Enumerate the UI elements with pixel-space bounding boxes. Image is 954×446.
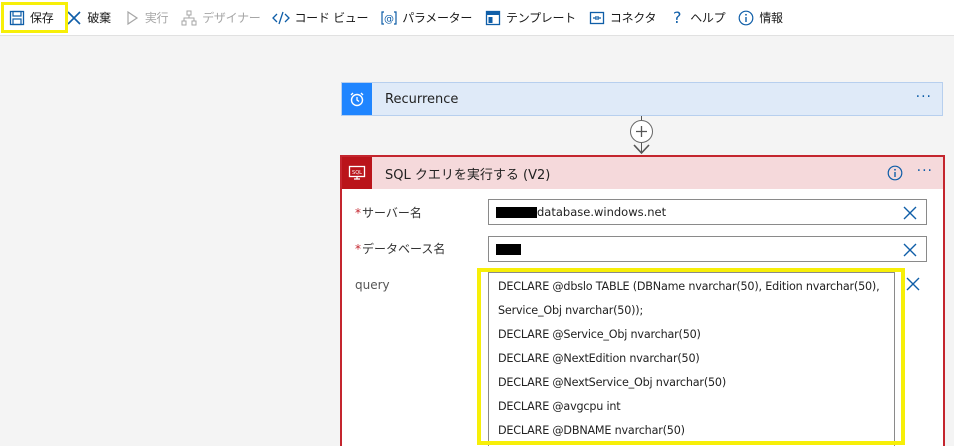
- database-name-label-text: データベース名: [362, 242, 446, 256]
- recurrence-title: Recurrence: [385, 91, 459, 107]
- toolbar: 保存 破棄 実行 デザイナー コード ビュー @ パラメーター テンプレート コ…: [0, 0, 954, 36]
- save-highlight-box: [1, 2, 68, 33]
- discard-icon: [65, 9, 83, 27]
- templates-label: テンプレート: [506, 11, 576, 25]
- designer-label: デザイナー: [202, 11, 261, 25]
- info-icon: [737, 9, 755, 27]
- sql-icon: SQL: [342, 157, 372, 189]
- redacted-block: [496, 243, 521, 255]
- clear-server-icon[interactable]: [903, 206, 917, 220]
- discard-button[interactable]: 破棄: [59, 3, 116, 33]
- run-label: 実行: [144, 11, 169, 25]
- parameters-icon: @: [380, 9, 398, 27]
- connectors-icon: [588, 9, 606, 27]
- plus-icon: [636, 126, 647, 137]
- redacted-block: [496, 206, 537, 218]
- parameters-label: パラメーター: [402, 11, 473, 25]
- help-button[interactable]: ? ヘルプ: [662, 3, 731, 33]
- sql-action-menu-button[interactable]: ···: [917, 163, 933, 179]
- templates-icon: [484, 9, 502, 27]
- clear-query-icon[interactable]: [906, 277, 920, 291]
- designer-icon: [180, 9, 198, 27]
- help-icon: ?: [672, 8, 682, 27]
- parameters-button[interactable]: @ パラメーター: [374, 3, 478, 33]
- recurrence-menu-button[interactable]: ···: [916, 89, 932, 105]
- svg-text:@: @: [384, 14, 394, 25]
- alarm-clock-icon: [342, 83, 372, 115]
- code-view-button[interactable]: コード ビュー: [266, 3, 374, 33]
- info-button[interactable]: 情報: [731, 3, 788, 33]
- templates-button[interactable]: テンプレート: [478, 3, 582, 33]
- run-button[interactable]: 実行: [117, 3, 174, 33]
- query-highlight-box: [477, 268, 905, 445]
- sql-action-header[interactable]: SQL SQL クエリを実行する (V2) ···: [342, 157, 943, 189]
- server-name-label-text: サーバー名: [362, 206, 422, 220]
- connectors-label: コネクタ: [609, 11, 657, 25]
- info-icon[interactable]: [887, 165, 903, 185]
- connectors-button[interactable]: コネクタ: [582, 3, 662, 33]
- required-mark: *: [355, 242, 361, 256]
- server-name-input[interactable]: database.windows.net: [488, 199, 927, 225]
- add-step-button[interactable]: [630, 120, 653, 143]
- code-view-label: コード ビュー: [294, 11, 369, 25]
- info-label: 情報: [759, 11, 783, 25]
- help-label: ヘルプ: [690, 11, 726, 25]
- query-label: query: [355, 278, 390, 292]
- sql-action-title: SQL クエリを実行する (V2): [385, 167, 551, 183]
- database-name-input[interactable]: [488, 236, 927, 262]
- server-name-label: *サーバー名: [355, 204, 422, 221]
- clear-database-icon[interactable]: [903, 243, 917, 257]
- server-name-value: database.windows.net: [537, 205, 667, 219]
- arrow-down-icon: [633, 144, 650, 155]
- designer-button[interactable]: デザイナー: [174, 3, 266, 33]
- discard-label: 破棄: [87, 11, 111, 25]
- svg-text:SQL: SQL: [352, 170, 362, 176]
- run-icon: [123, 9, 141, 27]
- code-view-icon: [272, 9, 291, 27]
- database-name-label: *データベース名: [355, 240, 445, 257]
- required-mark: *: [355, 206, 361, 220]
- recurrence-trigger-card[interactable]: Recurrence ···: [341, 82, 943, 116]
